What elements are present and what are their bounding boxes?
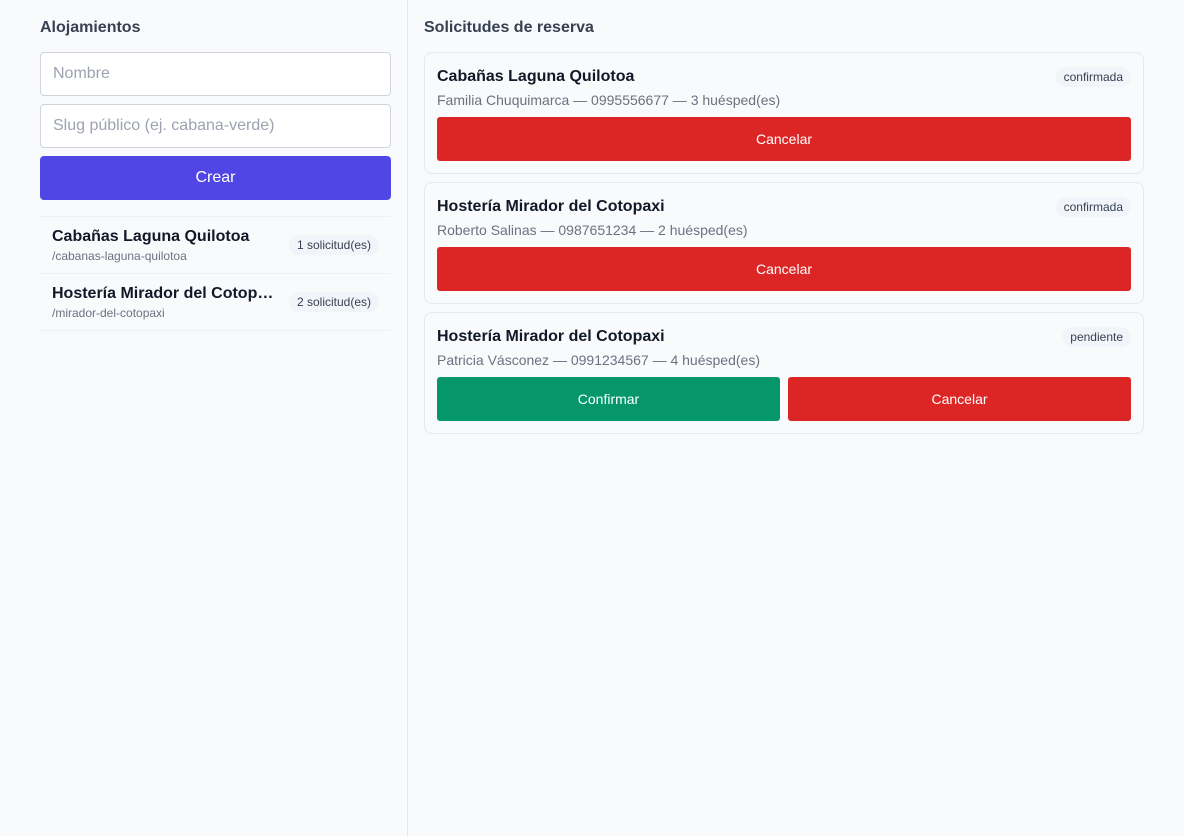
request-count-badge: 2 solicitud(es) — [288, 292, 379, 312]
requests-panel: Solicitudes de reserva Cabañas Laguna Qu… — [408, 0, 1184, 836]
status-badge: confirmada — [1055, 67, 1131, 87]
request-details: Familia Chuquimarca — 0995556677 — 3 hué… — [437, 92, 781, 108]
request-count-badge: 1 solicitud(es) — [288, 235, 379, 255]
request-property: Cabañas Laguna Quilotoa — [437, 68, 635, 85]
request-card-header: Hostería Mirador del Cotopaxi pendiente — [437, 325, 1131, 349]
accommodation-info: Hostería Mirador del Cotopaxi /mirador-d… — [52, 284, 289, 321]
status-badge: pendiente — [1062, 327, 1131, 347]
accommodation-slug: /cabanas-laguna-quilotoa — [52, 248, 187, 263]
cancel-button[interactable]: Cancelar — [788, 377, 1131, 421]
request-details: Roberto Salinas — 0987651234 — 2 huésped… — [437, 222, 748, 238]
accommodations-list: Cabañas Laguna Quilotoa /cabanas-laguna-… — [40, 216, 391, 331]
request-details: Patricia Vásconez — 0991234567 — 4 huésp… — [437, 352, 760, 368]
cancel-button[interactable]: Cancelar — [437, 117, 1131, 161]
accommodation-item[interactable]: Hostería Mirador del Cotopaxi /mirador-d… — [40, 274, 391, 331]
accommodations-title: Alojamientos — [40, 19, 141, 36]
accommodation-info: Cabañas Laguna Quilotoa /cabanas-laguna-… — [52, 227, 289, 264]
accommodation-name: Hostería Mirador del Cotopaxi — [52, 284, 274, 302]
request-card: Hostería Mirador del Cotopaxi confirmada… — [424, 182, 1144, 304]
create-button[interactable]: Crear — [40, 156, 391, 200]
request-card-header: Hostería Mirador del Cotopaxi confirmada — [437, 195, 1131, 219]
request-card: Cabañas Laguna Quilotoa confirmada Famil… — [424, 52, 1144, 174]
status-badge: confirmada — [1055, 197, 1131, 217]
requests-title: Solicitudes de reserva — [424, 19, 594, 36]
cancel-button[interactable]: Cancelar — [437, 247, 1131, 291]
confirm-button[interactable]: Confirmar — [437, 377, 780, 421]
accommodation-slug: /mirador-del-cotopaxi — [52, 305, 165, 320]
app-root: Alojamientos Crear Cabañas Laguna Quilot… — [0, 0, 1184, 836]
accommodation-item[interactable]: Cabañas Laguna Quilotoa /cabanas-laguna-… — [40, 217, 391, 274]
request-property: Hostería Mirador del Cotopaxi — [437, 198, 665, 215]
slug-input[interactable] — [40, 104, 391, 148]
request-property: Hostería Mirador del Cotopaxi — [437, 328, 665, 345]
request-card-header: Cabañas Laguna Quilotoa confirmada — [437, 65, 1131, 89]
request-actions: Confirmar Cancelar — [437, 377, 1131, 421]
accommodation-name: Cabañas Laguna Quilotoa — [52, 227, 250, 245]
name-input[interactable] — [40, 52, 391, 96]
accommodations-panel: Alojamientos Crear Cabañas Laguna Quilot… — [0, 0, 408, 836]
request-actions: Cancelar — [437, 247, 1131, 291]
request-actions: Cancelar — [437, 117, 1131, 161]
request-card: Hostería Mirador del Cotopaxi pendiente … — [424, 312, 1144, 434]
